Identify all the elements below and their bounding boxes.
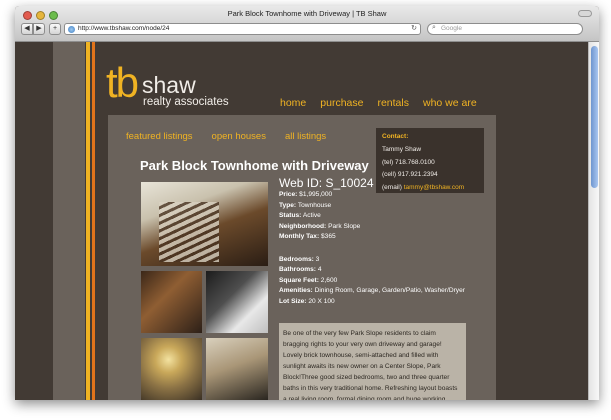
listings-subnav: featured listings open houses all listin…	[126, 131, 326, 142]
logo-subtitle: realty associates	[143, 96, 229, 108]
description-text: Be one of the very few Park Slope reside…	[283, 330, 458, 400]
page-viewport: tb shaw realty associates home purchase …	[15, 42, 588, 400]
vertical-scrollbar[interactable]	[588, 42, 599, 400]
add-bookmark-button[interactable]: +	[49, 23, 61, 35]
subnav-all-listings[interactable]: all listings	[285, 131, 326, 142]
reload-icon[interactable]: ↻	[411, 24, 417, 32]
logo-shaw: shaw	[142, 72, 196, 98]
subnav-featured-listings[interactable]: featured listings	[126, 131, 193, 142]
listing-photo-thumb[interactable]	[141, 338, 202, 400]
listing-photo-thumb[interactable]	[141, 271, 202, 333]
contact-name: Tammy Shaw	[382, 146, 422, 153]
detail-bedrooms: Bedrooms: 3	[279, 255, 320, 263]
detail-neighborhood: Neighborhood: Park Slope	[279, 222, 361, 230]
search-icon: ⌕	[432, 24, 436, 31]
address-text[interactable]: http://www.tbshaw.com/node/24	[78, 25, 169, 32]
browser-toolbar: ◀ ▶ + http://www.tbshaw.com/node/24 ↻ ⌕ …	[15, 23, 599, 40]
nav-who-we-are[interactable]: who we are	[423, 97, 477, 109]
forward-button[interactable]: ▶	[33, 23, 45, 35]
listing-details: Price: $1,995,000 Type: Townhouse Status…	[279, 190, 479, 307]
contact-box: Contact: Tammy Shaw (tel) 718.768.0100 (…	[376, 128, 484, 193]
decorative-stripe	[53, 42, 85, 400]
decorative-stripe-orange	[92, 42, 95, 400]
detail-amenities: Amenities: Dining Room, Garage, Garden/P…	[279, 287, 465, 294]
listing-photo-thumb[interactable]	[206, 271, 268, 333]
detail-square-feet: Square Feet: 2,600	[279, 276, 338, 284]
detail-status: Status: Active	[279, 212, 321, 219]
browser-window: Park Block Townhome with Driveway | TB S…	[15, 6, 599, 400]
search-field[interactable]: ⌕ Google	[427, 23, 583, 35]
main-nav: home purchase rentals who we are	[280, 97, 477, 109]
detail-bathrooms: Bathrooms: 4	[279, 266, 322, 273]
detail-lot-size: Lot Size: 20 X 100	[279, 297, 335, 305]
listing-photo-main[interactable]	[141, 182, 268, 266]
contact-title: Contact:	[382, 133, 409, 140]
staircase-image-detail	[159, 202, 219, 262]
nav-rentals[interactable]: rentals	[377, 97, 409, 109]
globe-icon	[68, 26, 75, 33]
web-id: Web ID: S_10024	[279, 176, 374, 190]
listing-description: Be one of the very few Park Slope reside…	[279, 323, 466, 400]
back-button[interactable]: ◀	[21, 23, 33, 35]
subnav-open-houses[interactable]: open houses	[212, 131, 266, 142]
nav-purchase[interactable]: purchase	[320, 97, 363, 109]
decorative-stripe-yellow	[86, 42, 90, 400]
listing-title: Park Block Townhome with Driveway	[140, 158, 369, 173]
detail-type: Type: Townhouse	[279, 201, 332, 209]
scrollbar-thumb[interactable]	[591, 46, 598, 188]
title-bar: Park Block Townhome with Driveway | TB S…	[15, 6, 599, 42]
logo-tb: tb	[106, 59, 139, 106]
listing-photo-thumb[interactable]	[206, 338, 268, 400]
search-placeholder[interactable]: Google	[441, 25, 462, 32]
toolbar-toggle-icon[interactable]	[578, 10, 592, 17]
detail-monthly-tax: Monthly Tax: $365	[279, 233, 336, 240]
detail-price: Price: $1,995,000	[279, 191, 333, 198]
nav-home[interactable]: home	[280, 97, 306, 109]
contact-tel: (tel) 718.768.0100	[382, 158, 435, 166]
address-bar[interactable]: http://www.tbshaw.com/node/24 ↻	[64, 23, 421, 35]
window-title: Park Block Townhome with Driveway | TB S…	[227, 9, 387, 18]
contact-cell: (cell) 917.921.2394	[382, 171, 438, 178]
